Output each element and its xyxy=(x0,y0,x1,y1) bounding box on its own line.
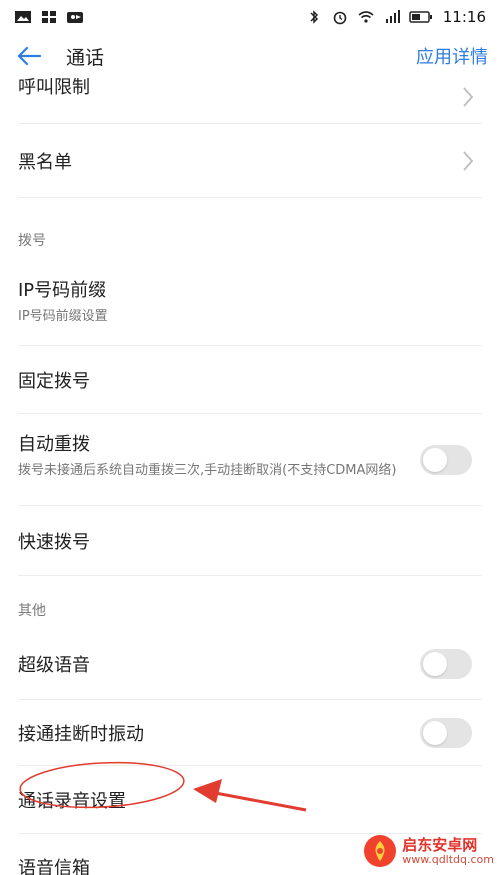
section-header-dial: 拨号 xyxy=(18,233,46,249)
app-bar: 通话 应用详情 xyxy=(0,34,500,78)
wifi-icon xyxy=(358,11,374,23)
fixed-dial-item[interactable]: 固定拨号 xyxy=(18,346,482,414)
status-left-icons xyxy=(14,9,84,25)
auto-redial-subtitle: 拨号未接通后系统自动重拨三次,手动挂断取消(不支持CDMA网络) xyxy=(18,463,397,478)
ip-prefix-label: IP号码前缀 xyxy=(18,280,107,301)
blacklist-item[interactable]: 黑名单 xyxy=(18,124,482,198)
auto-redial-toggle[interactable] xyxy=(420,444,472,475)
settings-list: 呼叫限制 黑名单 拨号 IP号码前缀 IP号码前缀设置 固定拨号 自动重拨 拨号… xyxy=(0,72,500,875)
page-title: 通话 xyxy=(66,46,105,69)
ip-prefix-subtitle: IP号码前缀设置 xyxy=(18,309,108,324)
chevron-right-icon xyxy=(463,87,474,107)
status-right-icons: 11:16 xyxy=(305,8,486,26)
super-voice-item[interactable]: 超级语音 xyxy=(18,628,482,700)
app-detail-link[interactable]: 应用详情 xyxy=(416,43,488,69)
call-restriction-item[interactable]: 呼叫限制 xyxy=(18,72,482,124)
blacklist-label: 黑名单 xyxy=(18,151,72,173)
super-voice-label: 超级语音 xyxy=(18,654,90,676)
image-icon xyxy=(15,11,31,23)
speed-dial-item[interactable]: 快速拨号 xyxy=(18,506,482,576)
watermark-logo-icon xyxy=(364,835,397,867)
watermark-name: 启东安卓网 xyxy=(402,835,478,854)
battery-icon xyxy=(409,11,432,23)
status-bar: 11:16 xyxy=(0,0,500,34)
ip-prefix-item[interactable]: IP号码前缀 IP号码前缀设置 xyxy=(18,258,482,346)
watermark-url: www.qdltdq.com xyxy=(402,852,494,866)
bluetooth-icon xyxy=(310,10,318,24)
call-recording-label: 通话录音设置 xyxy=(18,790,126,812)
section-header-other: 其他 xyxy=(18,603,46,619)
super-voice-toggle[interactable] xyxy=(420,648,472,679)
voicemail-label: 语音信箱 xyxy=(18,858,90,875)
chevron-right-icon xyxy=(463,150,474,171)
watermark: 启东安卓网 www.qdltdq.com xyxy=(364,835,494,867)
back-button[interactable] xyxy=(12,39,46,73)
arrow-left-icon xyxy=(17,46,42,66)
signal-icon xyxy=(385,10,400,23)
toggle-knob xyxy=(423,720,447,745)
vibrate-on-connect-item[interactable]: 接通挂断时振动 xyxy=(18,700,482,766)
toggle-knob xyxy=(423,447,447,472)
bird-icon xyxy=(67,12,83,23)
fixed-dial-label: 固定拨号 xyxy=(18,370,90,392)
alarm-icon xyxy=(333,11,347,25)
vibrate-on-connect-label: 接通挂断时振动 xyxy=(18,723,144,745)
call-recording-item[interactable]: 通话录音设置 xyxy=(18,766,482,834)
toggle-knob xyxy=(423,651,447,676)
speed-dial-label: 快速拨号 xyxy=(18,531,90,553)
auto-redial-item[interactable]: 自动重拨 拨号未接通后系统自动重拨三次,手动挂断取消(不支持CDMA网络) xyxy=(18,414,482,506)
apps-icon xyxy=(42,11,56,23)
auto-redial-label: 自动重拨 xyxy=(18,434,90,455)
watermark-text: 启东安卓网 www.qdltdq.com xyxy=(402,835,494,866)
vibrate-on-connect-toggle[interactable] xyxy=(420,717,472,748)
status-time: 11:16 xyxy=(442,8,486,26)
